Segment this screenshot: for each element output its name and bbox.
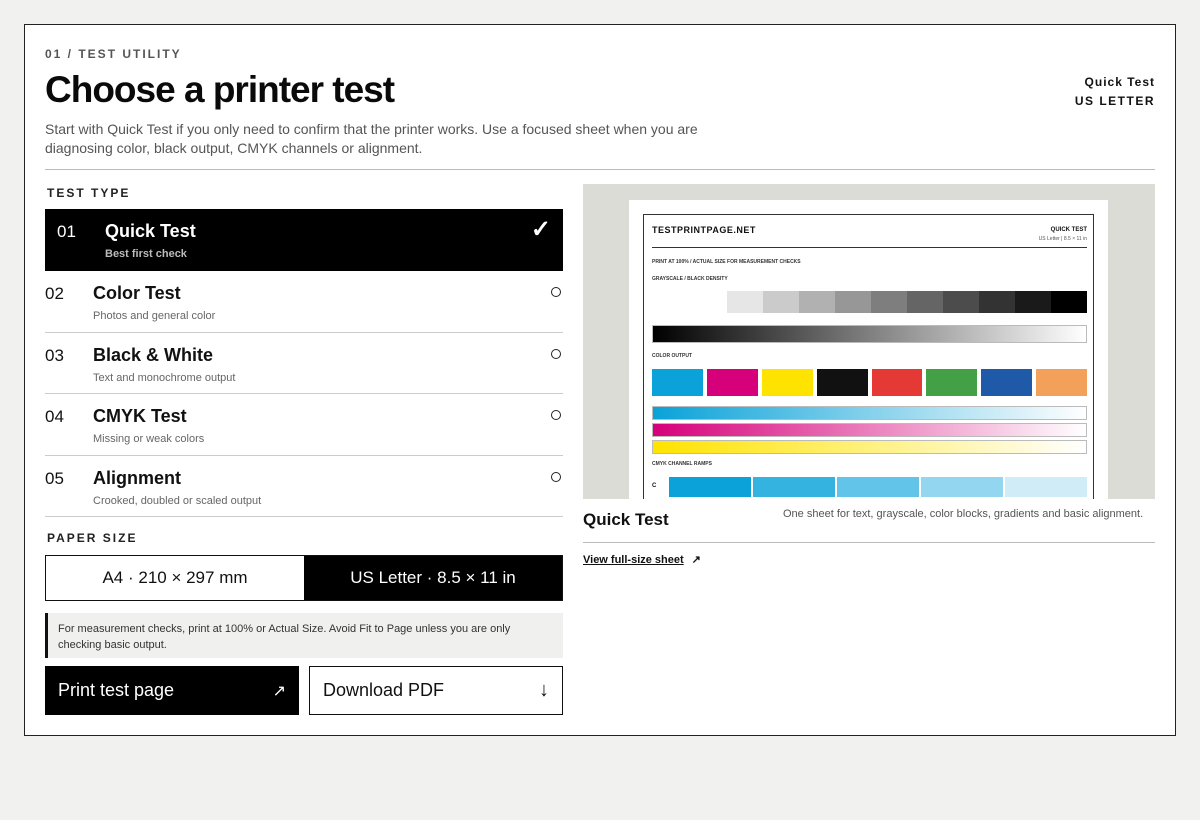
yellow-gradient <box>652 440 1087 454</box>
cyan-ramp-swatch <box>669 477 751 497</box>
cyan-ramp-swatch <box>753 477 835 497</box>
gray-swatch <box>907 291 943 313</box>
test-desc: Photos and general color <box>93 310 216 322</box>
cyan-ramp-swatch <box>921 477 1003 497</box>
test-option-color-test[interactable]: 02 Color Test Photos and general color <box>45 271 563 333</box>
color-swatch <box>761 369 813 396</box>
main-panel: 01 / TEST UTILITY Choose a printer test … <box>24 24 1176 736</box>
download-arrow-icon: ↓ <box>539 679 549 701</box>
magenta-gradient <box>652 423 1087 437</box>
preview-sheet: TESTPRINTPAGE.NET QUICK TEST US Letter |… <box>629 200 1108 499</box>
gray-swatch <box>763 291 799 313</box>
print-button-label: Print test page <box>58 680 175 700</box>
test-number: 02 <box>45 284 64 303</box>
sheet-color-label: COLOR OUTPUT <box>652 353 692 359</box>
page-title: Choose a printer test <box>45 69 395 110</box>
test-name: Color Test <box>93 283 181 303</box>
summary-test: Quick Test <box>1084 75 1155 89</box>
test-number: 05 <box>45 468 64 488</box>
paper-size-label: PAPER SIZE <box>47 531 138 545</box>
test-number: 01 <box>57 222 76 241</box>
paper-size-toggle: A4 · 210 × 297 mm US Letter · 8.5 × 11 i… <box>45 555 563 601</box>
test-desc: Text and monochrome output <box>93 371 236 384</box>
sheet-rule <box>652 247 1087 248</box>
divider <box>45 169 1155 170</box>
sheet-print-note: PRINT AT 100% / ACTUAL SIZE FOR MEASUREM… <box>652 259 801 265</box>
download-pdf-button[interactable]: Download PDF ↓ <box>309 666 563 715</box>
grayscale-steps <box>691 291 1087 313</box>
summary-paper: US LETTER <box>1074 94 1155 108</box>
radio-icon[interactable] <box>551 471 561 482</box>
sheet-gray-label: GRAYSCALE / BLACK DENSITY <box>652 276 728 282</box>
test-number: 04 <box>45 407 64 426</box>
test-list: 01 Quick Test Best first check ✓ 02 Colo… <box>45 209 563 517</box>
print-note: For measurement checks, print at 100% or… <box>45 613 563 658</box>
test-name: Alignment <box>93 467 181 488</box>
intro-text: Start with Quick Test if you only need t… <box>45 121 698 156</box>
test-desc: Crooked, doubled or scaled output <box>93 494 262 507</box>
cyan-ramp <box>669 477 1087 497</box>
test-option-quick-test[interactable]: 01 Quick Test Best first check ✓ <box>45 209 563 271</box>
color-swatch <box>1036 369 1087 396</box>
gray-swatch <box>943 291 979 313</box>
gray-swatch <box>979 291 1015 313</box>
color-swatch <box>816 369 868 396</box>
test-type-label: TEST TYPE <box>47 186 131 200</box>
gray-swatch <box>727 291 763 313</box>
eyebrow: 01 / TEST UTILITY <box>45 47 182 61</box>
gray-swatch <box>835 291 871 313</box>
sheet-test-name: QUICK TEST <box>1050 227 1087 233</box>
test-number: 03 <box>45 345 64 365</box>
test-desc: Best first check <box>105 248 187 260</box>
color-swatch <box>652 369 703 396</box>
print-test-page-button[interactable]: Print test page ↗ <box>45 666 299 715</box>
external-arrow-icon: ↗ <box>272 682 286 700</box>
cyan-gradient <box>652 406 1087 420</box>
cyan-channel-letter: C <box>652 483 657 489</box>
sheet-cmyk-label: CMYK CHANNEL RAMPS <box>652 461 712 467</box>
test-option-cmyk-test[interactable]: 04 CMYK Test Missing or weak colors <box>45 394 563 456</box>
selection-summary: Quick Test US LETTER <box>1075 73 1155 111</box>
view-full-size-link[interactable]: View full-size sheet ↗ <box>583 553 701 566</box>
gray-swatch <box>1051 291 1087 313</box>
test-name: Quick Test <box>105 221 196 241</box>
check-icon: ✓ <box>530 216 551 243</box>
gray-swatch <box>1015 291 1051 313</box>
sheet-frame: TESTPRINTPAGE.NET QUICK TEST US Letter |… <box>643 214 1094 499</box>
test-option-black-white[interactable]: 03 Black & White Text and monochrome out… <box>45 333 563 394</box>
preview-description: One sheet for text, grayscale, color blo… <box>783 508 1144 520</box>
radio-icon[interactable] <box>551 287 561 297</box>
test-option-alignment[interactable]: 05 Alignment Crooked, doubled or scaled … <box>45 456 563 517</box>
sheet-preview: TESTPRINTPAGE.NET QUICK TEST US Letter |… <box>583 184 1155 499</box>
radio-icon[interactable] <box>551 410 561 420</box>
preview-title: Quick Test <box>583 510 669 529</box>
paper-option-us-letter[interactable]: US Letter · 8.5 × 11 in <box>304 556 562 600</box>
gray-swatch <box>871 291 907 313</box>
test-name: Black & White <box>93 344 214 365</box>
cyan-ramp-swatch <box>837 477 919 497</box>
color-swatch <box>926 369 978 396</box>
radio-icon[interactable] <box>551 348 561 359</box>
sheet-meta: QUICK TEST US Letter | 8.5 × 11 in <box>1039 226 1087 244</box>
color-swatch <box>871 369 923 396</box>
full-link-label: View full-size sheet <box>583 554 684 566</box>
test-desc: Missing or weak colors <box>93 433 205 445</box>
color-blocks <box>652 369 1087 396</box>
color-swatch <box>706 369 758 396</box>
sheet-title: TESTPRINTPAGE.NET <box>652 225 756 235</box>
black-white-gradient <box>652 325 1087 343</box>
divider <box>583 542 1155 543</box>
paper-option-a4[interactable]: A4 · 210 × 297 mm <box>46 556 304 600</box>
cyan-ramp-swatch <box>1005 477 1087 497</box>
color-swatch <box>981 369 1033 396</box>
external-arrow-icon: ↗ <box>691 554 701 566</box>
gray-swatch <box>799 291 835 313</box>
gray-swatch <box>691 291 727 313</box>
sheet-size: US Letter | 8.5 × 11 in <box>1038 236 1087 242</box>
download-button-label: Download PDF <box>323 680 445 700</box>
test-name: CMYK Test <box>93 406 187 426</box>
